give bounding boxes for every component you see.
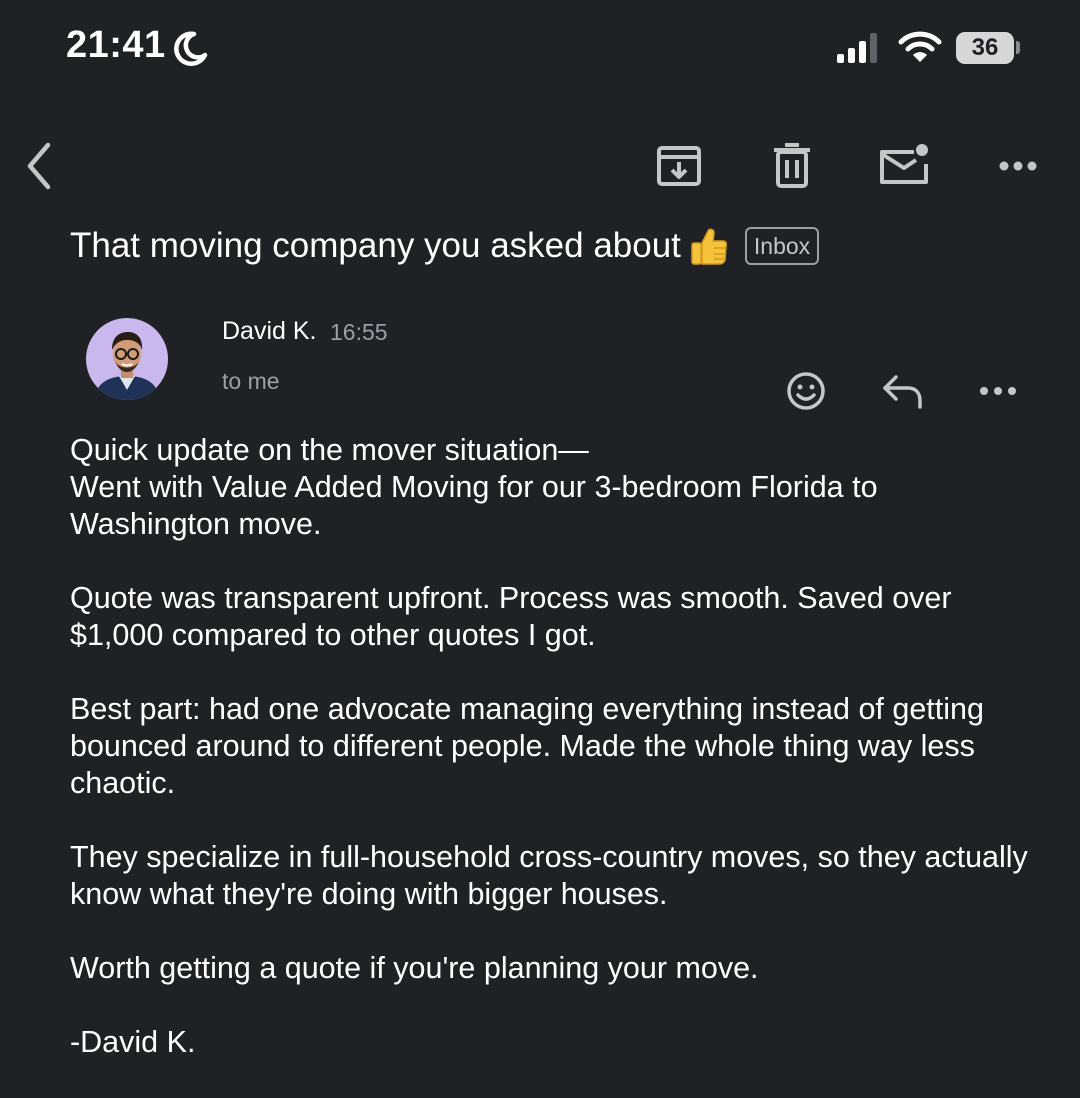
body-paragraph: Best part: had one advocate managing eve… bbox=[70, 692, 984, 800]
status-bar: 21:41 36 bbox=[0, 0, 1080, 100]
moon-icon bbox=[174, 31, 208, 66]
back-button[interactable] bbox=[10, 136, 70, 196]
thumbs-up-icon bbox=[691, 228, 728, 265]
avatar-photo bbox=[86, 318, 168, 400]
archive-icon bbox=[657, 146, 701, 186]
recipient-details[interactable]: to me bbox=[222, 368, 280, 395]
reply-icon bbox=[883, 375, 922, 409]
email-toolbar bbox=[0, 120, 1080, 210]
delete-button[interactable] bbox=[762, 136, 822, 196]
sender-avatar[interactable] bbox=[86, 318, 168, 400]
subject-row: That moving company you asked about Inbo… bbox=[70, 226, 820, 266]
email-body: Quick update on the mover situation— Wen… bbox=[70, 432, 1030, 1098]
archive-button[interactable] bbox=[649, 136, 709, 196]
more-icon bbox=[980, 387, 1016, 395]
signal-icon bbox=[837, 33, 877, 63]
add-reaction-button[interactable] bbox=[781, 366, 831, 416]
reply-button[interactable] bbox=[878, 366, 928, 416]
body-paragraph: Worth getting a quote if you're planning… bbox=[70, 951, 759, 985]
mark-unread-icon bbox=[880, 144, 928, 184]
body-paragraph: Quote was transparent upfront. Process w… bbox=[70, 581, 952, 652]
back-arrow-icon bbox=[27, 142, 51, 190]
message-more-button[interactable] bbox=[973, 366, 1023, 416]
battery-tip bbox=[1016, 41, 1020, 54]
battery-icon: 36 bbox=[956, 32, 1014, 64]
email-timestamp: 16:55 bbox=[330, 319, 388, 345]
inbox-label-badge[interactable]: Inbox bbox=[744, 227, 820, 265]
emoji-reaction-icon bbox=[787, 372, 825, 410]
wifi-icon bbox=[898, 31, 942, 62]
mark-unread-button[interactable] bbox=[874, 136, 934, 196]
more-icon bbox=[999, 161, 1037, 171]
sender-name[interactable]: David K. bbox=[222, 317, 316, 346]
email-subject: That moving company you asked about bbox=[70, 226, 681, 265]
body-paragraph: Quick update on the mover situation— Wen… bbox=[70, 433, 878, 541]
status-time: 21:41 bbox=[66, 24, 166, 66]
body-signature: -David K. bbox=[70, 1025, 196, 1059]
more-options-button[interactable] bbox=[988, 136, 1048, 196]
body-paragraph: They specialize in full-household cross-… bbox=[70, 840, 1028, 911]
trash-icon bbox=[774, 143, 810, 188]
